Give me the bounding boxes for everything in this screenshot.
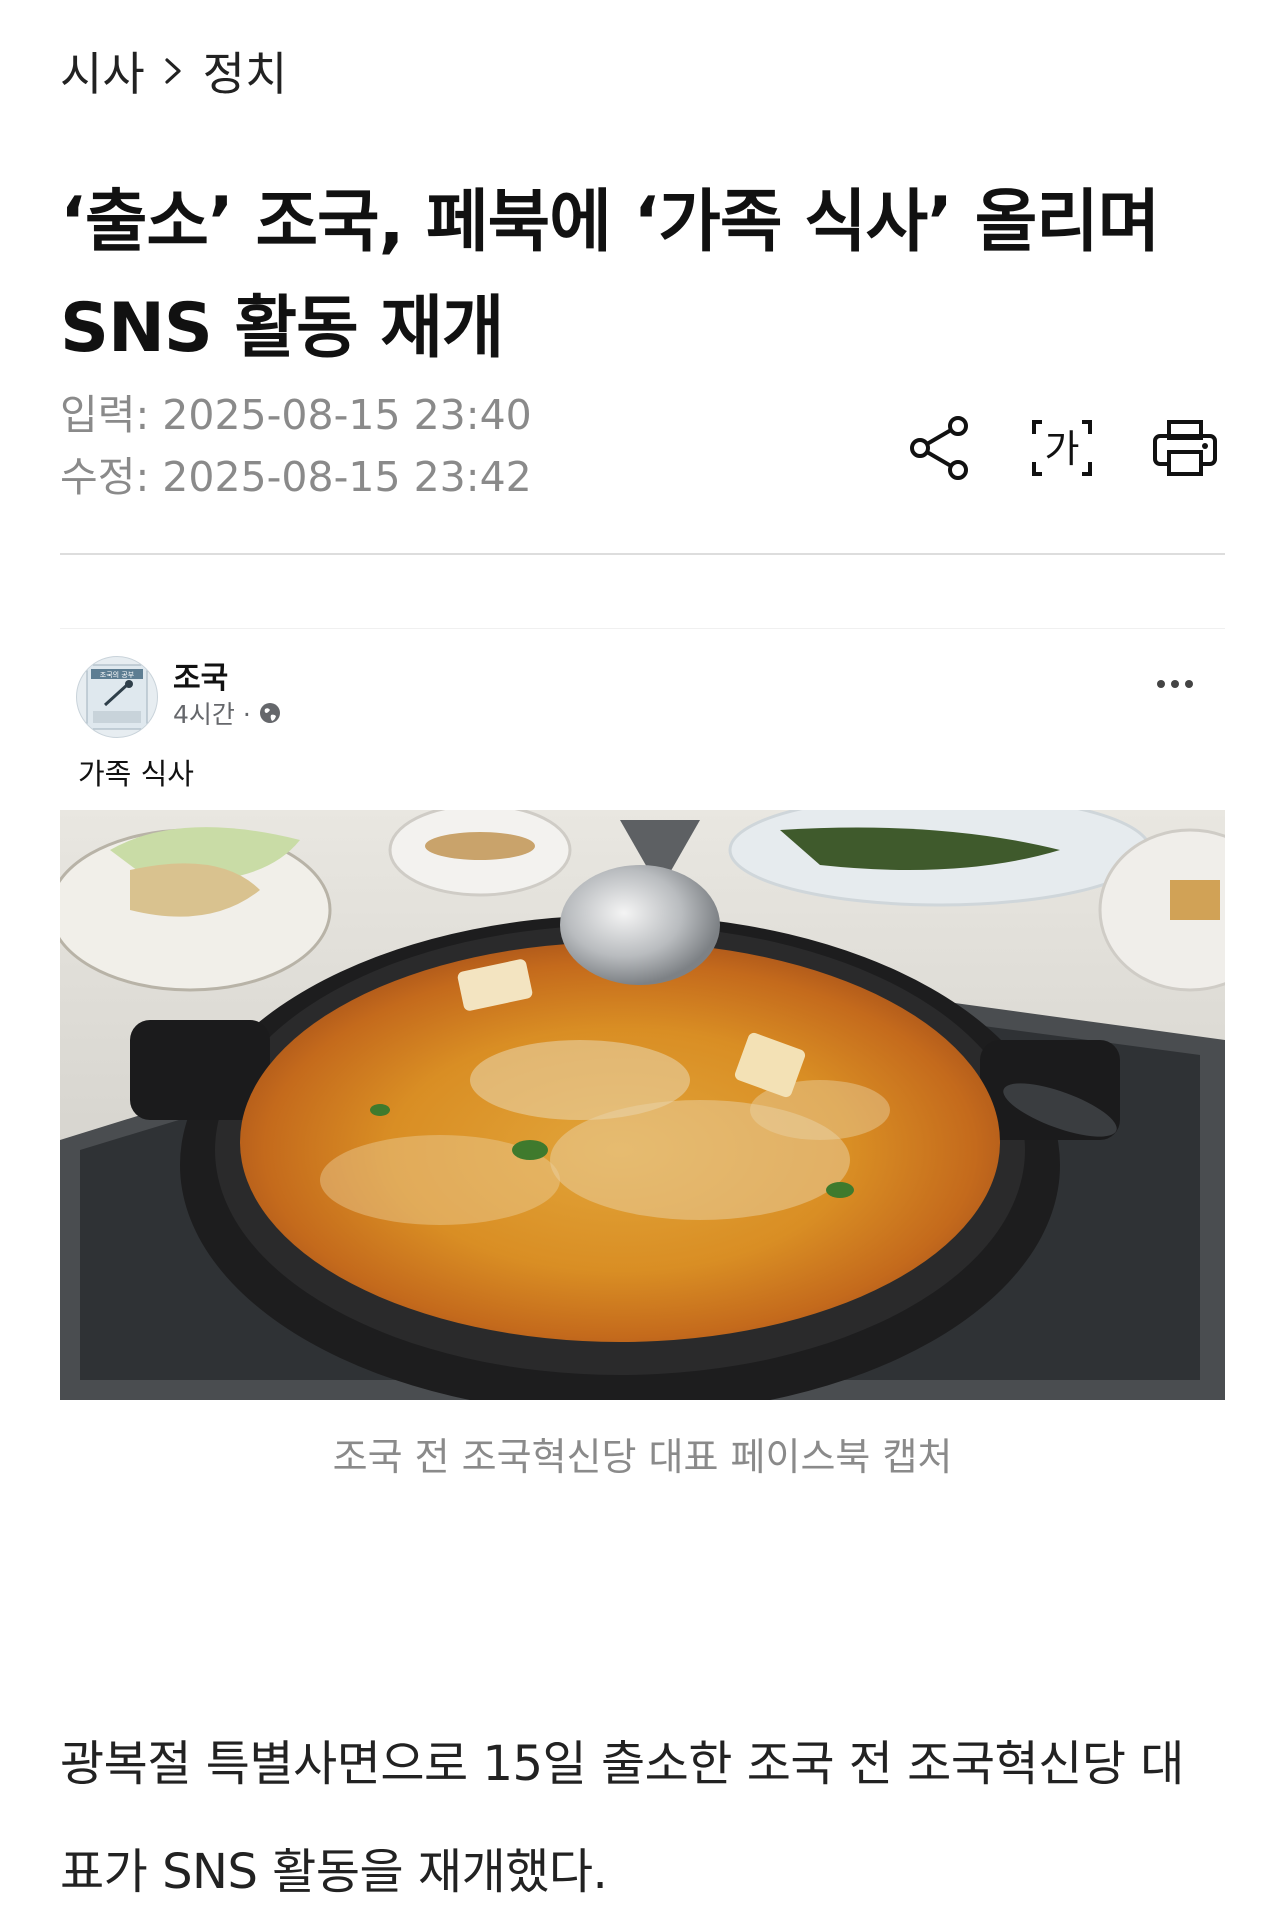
share-icon xyxy=(910,416,968,480)
font-size-icon: 가 xyxy=(1032,420,1092,476)
facebook-post-embed: 조국의 공부 조국 4시간 · 가족 식사 xyxy=(60,628,1225,791)
article-photo[interactable] xyxy=(60,810,1225,1400)
article-toolbar: 가 xyxy=(900,408,1225,488)
facebook-time-text: 4시간 · xyxy=(173,700,251,729)
breadcrumb: 시사 정치 xyxy=(60,38,287,104)
facebook-post-time: 4시간 · xyxy=(173,695,283,731)
photo-caption: 조국 전 조국혁신당 대표 페이스북 캡처 xyxy=(332,1435,953,1479)
chevron-right-icon xyxy=(165,58,181,84)
print-button[interactable] xyxy=(1145,408,1225,488)
more-options-icon[interactable] xyxy=(1155,677,1195,691)
share-button[interactable] xyxy=(900,408,980,488)
avatar[interactable]: 조국의 공부 xyxy=(76,656,158,738)
print-icon xyxy=(1153,420,1217,476)
globe-icon xyxy=(259,703,280,723)
header-divider xyxy=(60,553,1225,555)
font-size-label: 가 xyxy=(1045,427,1080,471)
breadcrumb-section-link[interactable]: 시사 xyxy=(60,38,145,104)
facebook-post-text: 가족 식사 xyxy=(78,757,194,791)
avatar-image: 조국의 공부 xyxy=(86,664,148,730)
font-size-button[interactable]: 가 xyxy=(1022,408,1102,488)
modified-time: 수정: 2025-08-15 23:42 xyxy=(60,453,532,501)
svg-text:조국의 공부: 조국의 공부 xyxy=(100,670,135,679)
article-timestamps: 입력: 2025-08-15 23:40 수정: 2025-08-15 23:4… xyxy=(60,384,532,508)
published-time: 입력: 2025-08-15 23:40 xyxy=(60,391,532,439)
article-body-paragraph: 광복절 특별사면으로 15일 출소한 조국 전 조국혁신당 대표가 SNS 활동… xyxy=(60,1736,1184,1900)
breadcrumb-subsection-link[interactable]: 정치 xyxy=(203,38,288,104)
article-headline: ‘출소’ 조국, 페북에 ‘가족 식사’ 올리며 SNS 활동 재개 xyxy=(60,182,1160,368)
facebook-author-name[interactable]: 조국 xyxy=(173,653,228,697)
